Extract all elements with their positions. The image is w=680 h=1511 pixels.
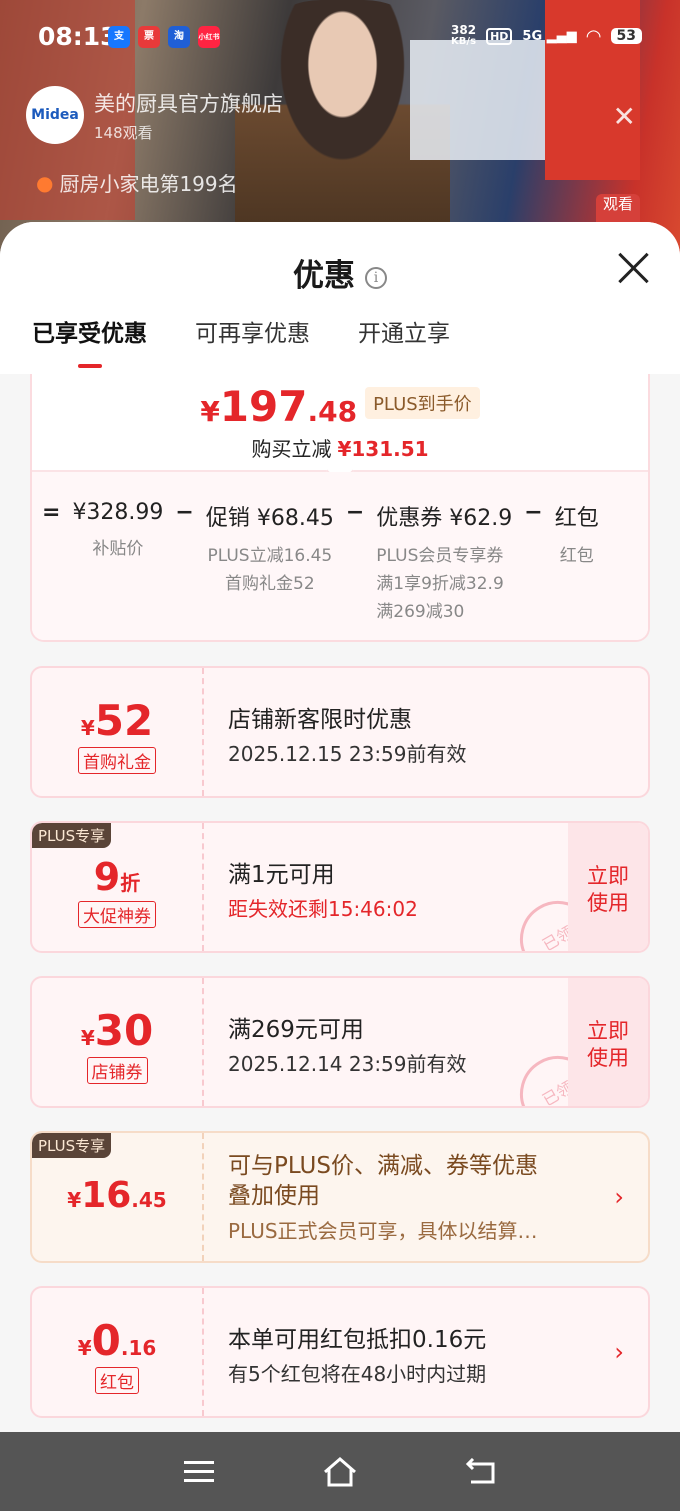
status-bar: 08:13 支 票 淘 小红书 382 KB/s HD 5G ▂▄▆ ◠ 53 (0, 0, 680, 72)
system-nav-bar (0, 1432, 680, 1511)
minus-sign: − (524, 500, 543, 525)
alipay-icon: 支 (108, 26, 130, 48)
battery-icon: 53 (610, 28, 642, 44)
coupon-validity: 2025.12.14 23:59前有效 (228, 1052, 467, 1076)
signal-5g-icon: 5G ▂▄▆ (522, 28, 577, 44)
use-now-button[interactable]: 立即 使用 (568, 978, 648, 1106)
notification-icons: 支 票 淘 小红书 (108, 26, 220, 48)
coupon-discount-9[interactable]: PLUS专享 9折 大促神券 满1元可用 距失效还剩15:46:02 已领 立即… (30, 821, 650, 953)
chevron-right-icon[interactable]: › (614, 1338, 624, 1366)
discount-sheet: 优惠 i 已享受优惠 可再享优惠 开通立享 ¥ 197 .48 PLUS到手价 购… (0, 222, 680, 1432)
tab-activate[interactable]: 开通立享 (358, 314, 450, 368)
stream-close-icon[interactable]: ✕ (613, 100, 636, 133)
network-speed: 382 KB/s (451, 23, 477, 47)
store-logo: Midea (26, 86, 84, 144)
hd-icon: HD (486, 27, 513, 45)
coupon-store-30[interactable]: ¥30 店铺券 满269元可用 2025.12.14 23:59前有效 已领 立… (30, 976, 650, 1108)
equals-sign: = (42, 500, 61, 525)
xiaohongshu-icon: 小红书 (198, 26, 220, 48)
coupon-type-label: 店铺券 (86, 1057, 148, 1084)
close-icon[interactable] (616, 250, 650, 284)
price-breakdown: = ¥328.99 补贴价 − 促销 ¥68.45 PLUS立减16.45 首购礼… (32, 472, 648, 640)
clock: 08:13 (38, 22, 118, 51)
chevron-right-icon[interactable]: › (614, 1183, 624, 1211)
minus-sign: − (175, 500, 194, 525)
price-summary-card: ¥ 197 .48 PLUS到手价 购买立减 ¥131.51 = ¥328.99 … (30, 374, 650, 642)
coupon-countdown: 距失效还剩15:46:02 (228, 897, 418, 921)
sheet-title: 优惠 i (0, 250, 680, 295)
breakdown-subsidy: ¥328.99 补贴价 (72, 500, 164, 559)
use-now-button[interactable]: 立即 使用 (568, 823, 648, 951)
store-name: 美的厨具官方旗舰店 (94, 91, 283, 116)
menu-icon[interactable] (180, 1452, 220, 1492)
breakdown-promotion: 促销 ¥68.45 PLUS立减16.45 首购礼金52 (205, 506, 334, 594)
home-icon[interactable] (320, 1452, 360, 1492)
final-price: ¥ 197 .48 PLUS到手价 (32, 374, 648, 431)
info-icon[interactable]: i (365, 266, 387, 289)
coupon-title: 满1元可用 (228, 862, 335, 888)
breakdown-coupon: 优惠券 ¥62.9 PLUS会员专享券 满1享9折减32.9 满269减30 (376, 506, 513, 622)
taobao-icon: 淘 (168, 26, 190, 48)
coupon-first-purchase[interactable]: ¥52 首购礼金 店铺新客限时优惠 2025.12.15 23:59前有效 (30, 666, 650, 798)
coupon-title: 本单可用红包抵扣0.16元 (228, 1327, 487, 1353)
back-icon[interactable] (460, 1452, 500, 1492)
coupon-note: PLUS正式会员可享，具体以结算… (228, 1219, 538, 1243)
ticket-app-icon: 票 (138, 26, 160, 48)
coupon-title: 店铺新客限时优惠 (228, 707, 412, 733)
tab-more-available[interactable]: 可再享优惠 (195, 314, 310, 368)
coupon-title: 满269元可用 (228, 1017, 364, 1043)
coupon-title: 可与PLUS价、满减、券等优惠叠加使用 (228, 1153, 538, 1209)
coupon-type-label: 大促神券 (78, 901, 156, 928)
coupon-type-label: 首购礼金 (78, 747, 156, 774)
sheet-header: 优惠 i 已享受优惠 可再享优惠 开通立享 (0, 222, 680, 374)
tab-bar: 已享受优惠 可再享优惠 开通立享 (32, 314, 450, 368)
plus-discount-card[interactable]: PLUS专享 ¥16.45 可与PLUS价、满减、券等优惠叠加使用 PLUS正式… (30, 1131, 650, 1263)
plus-price-tag: PLUS到手价 (365, 386, 480, 419)
minus-sign: − (345, 500, 365, 525)
breakdown-redpacket: 红包 红包 (554, 506, 599, 566)
coupon-note: 有5个红包将在48小时内过期 (228, 1362, 487, 1386)
tab-enjoyed[interactable]: 已享受优惠 (32, 314, 147, 368)
red-packet-card[interactable]: ¥0.16 红包 本单可用红包抵扣0.16元 有5个红包将在48小时内过期 › (30, 1286, 650, 1418)
store-info[interactable]: Midea 美的厨具官方旗舰店 148观看 (26, 86, 283, 144)
ranking-label[interactable]: ● 厨房小家电第199名 (36, 168, 238, 197)
coupon-validity: 2025.12.15 23:59前有效 (228, 742, 467, 766)
viewer-count: 148观看 (94, 123, 153, 142)
coupon-type-label: 红包 (95, 1367, 139, 1394)
fire-icon: ● (36, 170, 54, 195)
wifi-icon: ◠ (586, 25, 601, 47)
